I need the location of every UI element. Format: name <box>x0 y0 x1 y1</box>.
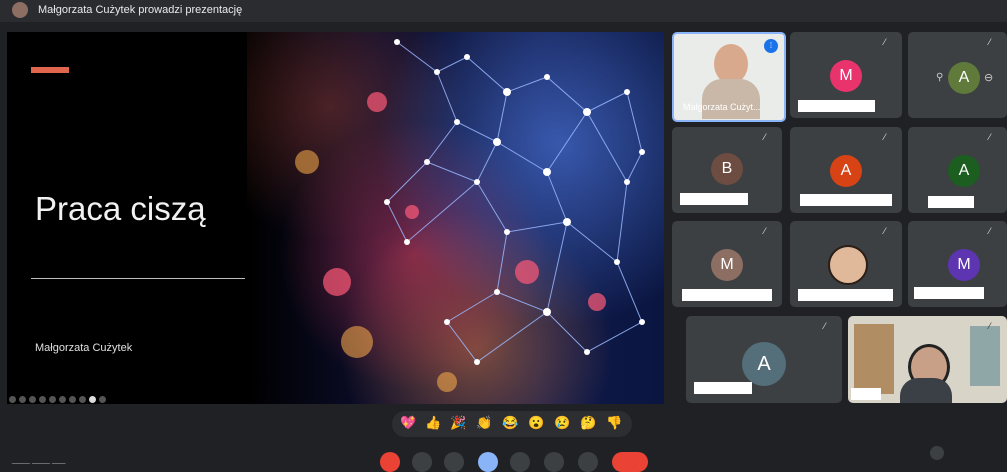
redacted-name <box>928 196 974 208</box>
participant-avatar: A <box>948 62 980 94</box>
redacted-name <box>694 382 752 394</box>
participant-tile-speaker[interactable]: ⁞ Małgorzata Cużyt... <box>672 32 786 122</box>
speaking-indicator-icon: ⁞ <box>764 39 778 53</box>
redacted-name <box>914 287 984 299</box>
reaction-surprised[interactable]: 😮 <box>528 415 544 431</box>
redacted-name <box>800 194 892 206</box>
slide-controls[interactable] <box>9 390 109 403</box>
end-call-button[interactable] <box>612 452 648 472</box>
redacted-name <box>680 193 748 205</box>
participant-avatar: A <box>830 155 862 187</box>
participant-avatar: A <box>948 155 980 187</box>
participant-photo-body <box>702 79 760 119</box>
participant-avatar: B <box>711 153 743 185</box>
background-shelf <box>854 324 894 394</box>
participant-avatar: M <box>830 60 862 92</box>
mic-off-icon: ⁄ <box>764 132 766 142</box>
reaction-thumbs-down[interactable]: 👎 <box>606 415 622 431</box>
participant-photo <box>828 245 868 285</box>
participant-tile-photo[interactable]: ⁄ <box>790 221 902 307</box>
captions-button[interactable] <box>444 452 464 472</box>
reactions-bar: 💖 👍 🎉 👏 😂 😮 😢 🤔 👎 <box>392 411 632 437</box>
network-graphic <box>295 39 645 392</box>
presentation-slide: Praca ciszą Małgorzata Cużytek <box>7 32 664 404</box>
presenter-avatar <box>12 2 28 18</box>
reaction-laugh[interactable]: 😂 <box>502 415 518 431</box>
participant-tile-a3[interactable]: A ⁄ <box>908 127 1007 213</box>
participant-avatar: M <box>711 249 743 281</box>
remove-icon[interactable]: ⊖ <box>984 71 993 84</box>
present-button[interactable] <box>478 452 498 472</box>
participant-tile-video[interactable]: ⁄ <box>848 316 1007 403</box>
reaction-party[interactable]: 🎉 <box>450 415 466 431</box>
people-button[interactable] <box>930 446 944 460</box>
background-shelf <box>970 326 1000 386</box>
slide-accent-bar <box>31 67 69 73</box>
pin-icon[interactable]: ⚲ <box>936 72 943 83</box>
participant-tile-m2[interactable]: M ⁄ <box>672 221 782 307</box>
mic-button[interactable] <box>380 452 400 472</box>
mic-off-icon: ⁄ <box>989 37 991 47</box>
bottom-bar: ____ ____ ___ <box>0 452 1007 466</box>
participant-photo <box>714 44 748 84</box>
mic-off-icon: ⁄ <box>884 226 886 236</box>
presenter-text: Małgorzata Cużytek prowadzi prezentację <box>38 4 243 16</box>
meeting-code: ____ ____ ___ <box>12 455 66 464</box>
participant-tile-m3[interactable]: M ⁄ <box>908 221 1007 307</box>
mic-off-icon: ⁄ <box>989 226 991 236</box>
participant-avatar: A <box>742 342 786 386</box>
slide-divider <box>31 278 245 279</box>
camera-button[interactable] <box>412 452 432 472</box>
mic-off-icon: ⁄ <box>989 132 991 142</box>
mic-off-icon: ⁄ <box>824 321 826 331</box>
redacted-name <box>798 100 875 112</box>
mic-off-icon: ⁄ <box>989 321 991 331</box>
reaction-thinking[interactable]: 🤔 <box>580 415 596 431</box>
participant-tile-a4[interactable]: A ⁄ <box>686 316 842 403</box>
hand-button[interactable] <box>544 452 564 472</box>
reaction-sad[interactable]: 😢 <box>554 415 570 431</box>
mic-off-icon: ⁄ <box>884 132 886 142</box>
speaker-name: Małgorzata Cużyt... <box>683 102 761 112</box>
redacted-name <box>851 388 881 400</box>
mic-off-icon: ⁄ <box>764 226 766 236</box>
participant-photo-body <box>900 378 952 403</box>
participant-tile-m1[interactable]: M ⁄ <box>790 32 902 118</box>
slide-title: Praca ciszą <box>35 190 206 227</box>
mic-off-icon: ⁄ <box>884 37 886 47</box>
reaction-heart[interactable]: 💖 <box>400 415 416 431</box>
reaction-thumbs-up[interactable]: 👍 <box>425 415 441 431</box>
top-bar: Małgorzata Cużytek prowadzi prezentację <box>0 0 1007 22</box>
participant-tile-a1[interactable]: A ⁄ ⚲ ⊖ <box>908 32 1007 118</box>
redacted-name <box>798 289 893 301</box>
reaction-clap[interactable]: 👏 <box>476 415 492 431</box>
participant-tile-a2[interactable]: A ⁄ <box>790 127 902 213</box>
emoji-button[interactable] <box>510 452 530 472</box>
redacted-name <box>682 289 772 301</box>
participant-avatar: M <box>948 249 980 281</box>
more-options-button[interactable] <box>578 452 598 472</box>
slide-author: Małgorzata Cużytek <box>35 342 133 354</box>
participant-tile-b[interactable]: B ⁄ <box>672 127 782 213</box>
